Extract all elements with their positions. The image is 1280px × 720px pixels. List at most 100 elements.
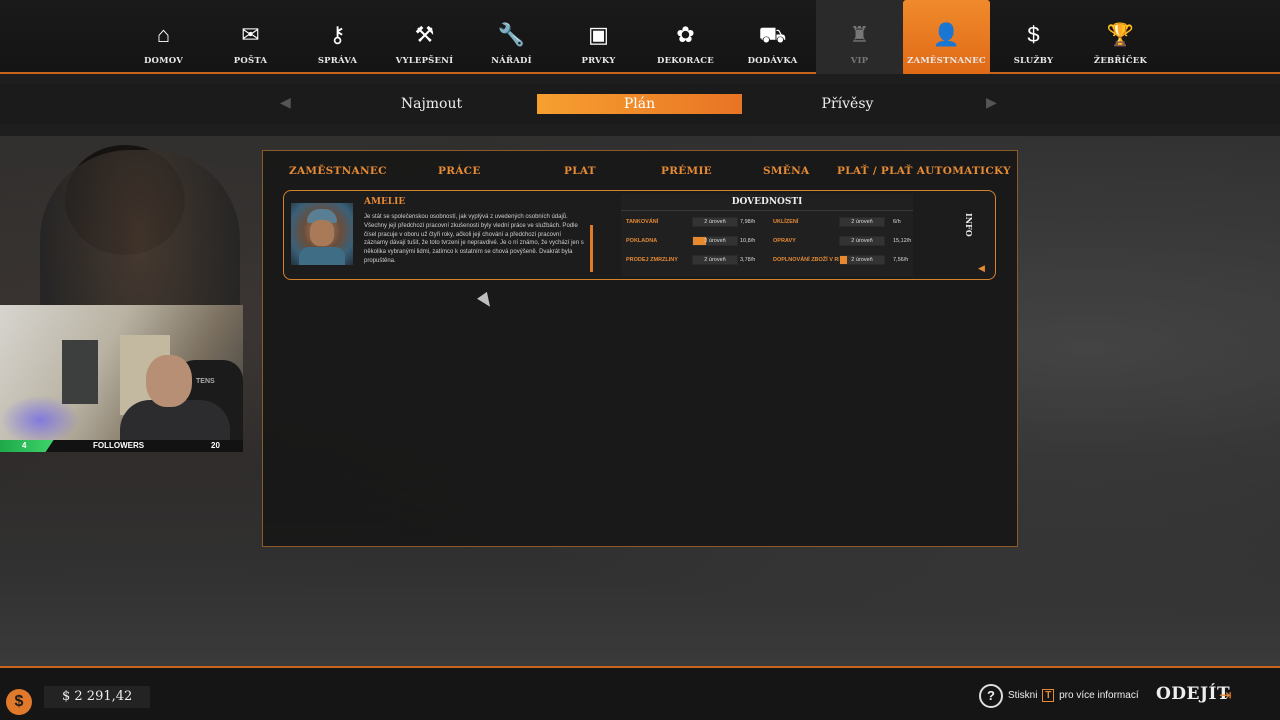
home-icon: ⌂ bbox=[156, 22, 171, 47]
nav-management-label: SPRÁVA bbox=[317, 56, 358, 66]
skill-level-bar: 2 úroveň bbox=[692, 255, 738, 265]
money-hand-icon: $ bbox=[1027, 22, 1040, 47]
header-pay-auto: PLAŤ / PLAŤ AUTOMATICKY bbox=[837, 165, 1011, 177]
skill-name: UKLÍZENÍ bbox=[773, 219, 799, 225]
hat-icon: ♜ bbox=[849, 22, 870, 47]
skill-row: TANKOVÁNÍ 2 úroveň 7,98/h bbox=[626, 216, 764, 228]
chair-brand-text: TENS bbox=[196, 378, 215, 385]
header-employee: ZAMĚSTNANEC bbox=[289, 165, 387, 177]
nav-home-label: DOMOV bbox=[143, 56, 184, 66]
info-tab[interactable]: INFO bbox=[964, 213, 974, 237]
nav-mail-label: POŠTA bbox=[233, 56, 268, 66]
trophy-icon: 🏆 bbox=[1106, 22, 1135, 47]
subtab-bar: ◀ Najmout Plán Přívěsy ▶ bbox=[0, 84, 1280, 124]
skill-level: 2 úroveň bbox=[851, 238, 873, 244]
nav-delivery[interactable]: ⛟ DODÁVKA bbox=[729, 0, 816, 74]
person-icon: 👤 bbox=[932, 22, 961, 47]
wrench-icon: 🔧 bbox=[497, 22, 526, 47]
hammer-icon: ⚒ bbox=[414, 22, 435, 47]
skill-rate: 6/h bbox=[893, 219, 901, 225]
exit-icon[interactable]: ⇥ bbox=[1219, 686, 1232, 704]
skill-rate: 3,78/h bbox=[740, 257, 756, 263]
nav-leaderboard-label: ŽEBŘÍČEK bbox=[1093, 56, 1148, 66]
skill-level: 2 úroveň bbox=[851, 219, 873, 225]
skills-title: DOVEDNOSTI bbox=[731, 197, 803, 207]
nav-delivery-label: DODÁVKA bbox=[747, 56, 798, 66]
skill-rate: 7,98/h bbox=[740, 219, 756, 225]
skill-level-bar: 2 úroveň bbox=[839, 236, 885, 246]
nav-decoration-label: DEKORACE bbox=[657, 56, 714, 66]
skill-name: POKLADNA bbox=[626, 238, 658, 244]
skill-level-bar: 2 úroveň bbox=[839, 255, 885, 265]
nav-mail[interactable]: ✉ POŠTA bbox=[207, 0, 294, 74]
bottom-bar: $ $ 2 291,42 ? Stiskni T pro více inform… bbox=[0, 666, 1280, 720]
header-bonus: PRÉMIE bbox=[661, 165, 712, 177]
help-icon[interactable]: ? bbox=[979, 684, 1003, 708]
skill-level: 2 úroveň bbox=[851, 257, 873, 263]
skill-rate: 15,12/h bbox=[893, 238, 912, 244]
skill-row: UKLÍZENÍ 2 úroveň 6/h bbox=[773, 216, 911, 228]
door-icon: ▣ bbox=[588, 22, 609, 47]
nav-upgrades[interactable]: ⚒ VYLEPŠENÍ bbox=[381, 0, 468, 74]
nav-tools-label: NÁŘADÍ bbox=[491, 56, 532, 66]
header-shift: SMĚNA bbox=[763, 165, 810, 177]
tab-trailers[interactable]: Přívěsy bbox=[745, 94, 950, 114]
nav-management[interactable]: ⚷ SPRÁVA bbox=[294, 0, 381, 74]
employee-name: AMELIE bbox=[364, 197, 406, 207]
skill-level-bar: 3 úroveň bbox=[692, 236, 738, 246]
followers-count: 4 bbox=[22, 441, 27, 450]
skill-level: 2 úroveň bbox=[704, 257, 726, 263]
followers-goal-bar: 4 FOLLOWERS 20 bbox=[0, 440, 243, 452]
money-icon: $ bbox=[6, 689, 32, 715]
top-navigation: ⌂ DOMOV ✉ POŠTA ⚷ SPRÁVA ⚒ VYLEPŠENÍ 🔧 NÁŘADÍ ▣ PRV… bbox=[0, 0, 1280, 74]
webcam-overlay: TENS bbox=[0, 305, 243, 452]
skill-level: 2 úroveň bbox=[704, 219, 726, 225]
nav-items: ⌂ DOMOV ✉ POŠTA ⚷ SPRÁVA ⚒ VYLEPŠENÍ 🔧 NÁŘADÍ ▣ PRV… bbox=[120, 0, 1164, 74]
nav-employee[interactable]: 👤 ZAMĚSTNANEC bbox=[903, 0, 990, 74]
flower-icon: ✿ bbox=[676, 22, 695, 47]
nav-elements-label: PRVKY bbox=[581, 56, 616, 66]
skill-row: OPRAVY 2 úroveň 15,12/h bbox=[773, 235, 911, 247]
previous-tab-arrow-icon[interactable]: ◀ bbox=[280, 94, 291, 111]
skill-row: POKLADNA 3 úroveň 10,8/h bbox=[626, 235, 764, 247]
expand-arrow-icon[interactable]: ◀ bbox=[978, 263, 985, 274]
money-balance: $ 2 291,42 bbox=[44, 686, 150, 708]
bio-scrollbar[interactable] bbox=[590, 225, 593, 272]
next-tab-arrow-icon[interactable]: ▶ bbox=[986, 94, 997, 111]
nav-tools[interactable]: 🔧 NÁŘADÍ bbox=[468, 0, 555, 74]
employee-portrait bbox=[291, 203, 353, 265]
tab-hire[interactable]: Najmout bbox=[329, 94, 534, 114]
employee-row[interactable]: AMELIE Je stát se společenskou osobností… bbox=[283, 190, 996, 280]
tab-schedule[interactable]: Plán bbox=[537, 94, 742, 114]
nav-leaderboard[interactable]: 🏆 ŽEBŘÍČEK bbox=[1077, 0, 1164, 74]
nav-employee-label: ZAMĚSTNANEC bbox=[907, 56, 986, 66]
nav-services-label: SLUŽBY bbox=[1013, 56, 1054, 66]
skill-level-bar: 2 úroveň bbox=[839, 217, 885, 227]
header-job: PRÁCE bbox=[438, 165, 481, 177]
nav-home[interactable]: ⌂ DOMOV bbox=[120, 0, 207, 74]
skill-name: OPRAVY bbox=[773, 238, 796, 244]
nav-decoration[interactable]: ✿ DEKORACE bbox=[642, 0, 729, 74]
help-prefix: Stiskni bbox=[1008, 690, 1038, 701]
nav-services[interactable]: $ SLUŽBY bbox=[990, 0, 1077, 74]
nav-upgrades-label: VYLEPŠENÍ bbox=[395, 56, 454, 66]
skill-name: TANKOVÁNÍ bbox=[626, 219, 659, 225]
skill-rate: 7,56/h bbox=[893, 257, 909, 263]
help-suffix: pro více informací bbox=[1059, 690, 1139, 701]
skill-row: DOPLNOVÁNÍ ZBOŽÍ V REGÁLECH 2 úroveň 7,56/… bbox=[773, 254, 911, 266]
skills-panel: DOVEDNOSTI TANKOVÁNÍ 2 úroveň 7,98/h POKLAD… bbox=[621, 194, 913, 276]
skill-level-bar: 2 úroveň bbox=[692, 217, 738, 227]
skill-name: PRODEJ ZMRZLINY bbox=[626, 257, 678, 263]
header-salary: PLAT bbox=[564, 165, 596, 177]
employee-schedule-panel: ZAMĚSTNANEC PRÁCE PLAT PRÉMIE SMĚNA PLAŤ… bbox=[262, 150, 1018, 547]
help-key: T bbox=[1042, 689, 1055, 702]
mail-icon: ✉ bbox=[241, 22, 260, 47]
nav-elements[interactable]: ▣ PRVKY bbox=[555, 0, 642, 74]
help-hint: Stiskni T pro více informací bbox=[1008, 688, 1139, 704]
employee-bio: Je stát se společenskou osobností, jak v… bbox=[364, 214, 584, 264]
followers-goal: 20 bbox=[211, 441, 220, 450]
key-icon: ⚷ bbox=[329, 22, 346, 47]
followers-progress bbox=[0, 440, 54, 452]
nav-vip[interactable]: ♜ VIP bbox=[816, 0, 903, 74]
nav-vip-label: VIP bbox=[850, 56, 869, 66]
